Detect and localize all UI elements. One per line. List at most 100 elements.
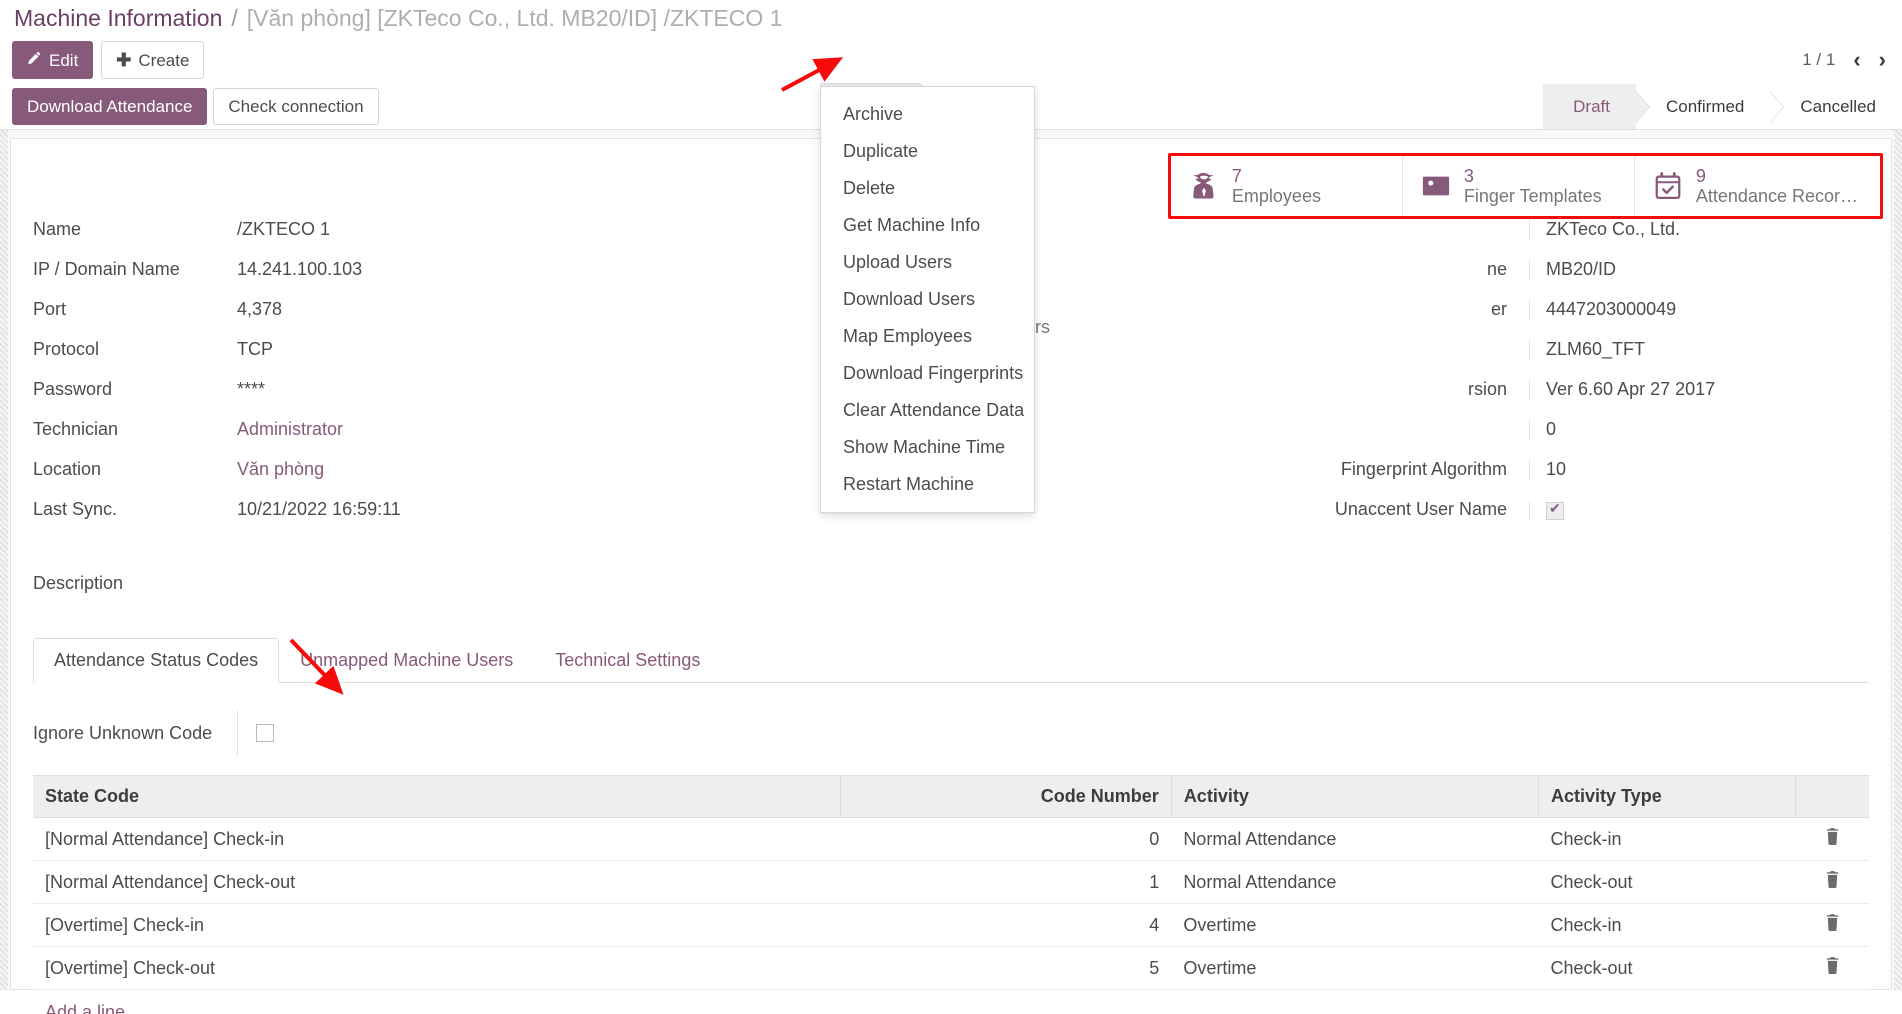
cell-code-number[interactable]: 0 <box>841 818 1171 861</box>
menu-item-restart-machine[interactable]: Restart Machine <box>821 466 1034 503</box>
cell-activity[interactable]: Normal Attendance <box>1171 818 1538 861</box>
pager-previous-icon[interactable]: ‹ <box>1853 49 1860 71</box>
field-name-value[interactable]: /ZKTECO 1 <box>237 219 330 240</box>
field-location-value[interactable]: Văn phòng <box>237 459 324 480</box>
menu-item-get-machine-info[interactable]: Get Machine Info <box>821 207 1034 244</box>
form-column-left: Name /ZKTECO 1 IP / Domain Name 14.241.1… <box>33 219 951 539</box>
field-machine-name: ne MB20/ID <box>951 259 1869 299</box>
trash-icon[interactable] <box>1796 947 1869 990</box>
create-button-label: Create <box>138 52 189 69</box>
scroll-edge-left <box>0 130 8 990</box>
cell-activity-type[interactable]: Check-out <box>1539 861 1796 904</box>
field-location-label: Location <box>33 459 237 480</box>
stat-button-attendance-records-text: 9 Attendance Recor… <box>1696 166 1858 206</box>
calendar-check-icon <box>1653 171 1683 201</box>
cell-code-number[interactable]: 4 <box>841 904 1171 947</box>
column-actions <box>1796 776 1869 818</box>
stat-button-attendance-records[interactable]: 9 Attendance Recor… <box>1635 156 1880 216</box>
menu-item-map-employees[interactable]: Map Employees <box>821 318 1034 355</box>
field-fingerprint-algorithm-label: Fingerprint Algorithm <box>951 459 1529 480</box>
add-a-line-button[interactable]: Add a line <box>33 990 1869 1014</box>
ignore-unknown-code-cell <box>237 710 274 756</box>
cell-state-code[interactable]: [Normal Attendance] Check-out <box>33 861 841 904</box>
pager-count: 1 / 1 <box>1802 50 1835 70</box>
cell-activity[interactable]: Overtime <box>1171 947 1538 990</box>
field-ip-domain-value[interactable]: 14.241.100.103 <box>237 259 362 280</box>
cell-state-code[interactable]: [Overtime] Check-out <box>33 947 841 990</box>
breadcrumb-current[interactable]: Machine Information <box>14 5 222 32</box>
cell-activity[interactable]: Overtime <box>1171 904 1538 947</box>
stat-button-employees[interactable]: 7 Employees <box>1171 156 1403 216</box>
menu-item-delete[interactable]: Delete <box>821 170 1034 207</box>
user-secret-icon <box>1189 171 1219 201</box>
menu-item-show-machine-time[interactable]: Show Machine Time <box>821 429 1034 466</box>
column-code-number[interactable]: Code Number <box>841 776 1171 818</box>
trash-icon[interactable] <box>1796 818 1869 861</box>
field-machine-name-value[interactable]: MB20/ID <box>1529 259 1869 280</box>
field-firmware-version: rsion Ver 6.60 Apr 27 2017 <box>951 379 1869 419</box>
attendance-status-codes-table: State Code Code Number Activity Activity… <box>33 775 1869 990</box>
status-confirmed[interactable]: Confirmed <box>1636 84 1770 129</box>
cell-activity-type[interactable]: Check-out <box>1539 947 1796 990</box>
trash-icon[interactable] <box>1796 904 1869 947</box>
field-face-version-value[interactable]: 0 <box>1529 419 1869 440</box>
table-header: State Code Code Number Activity Activity… <box>33 776 1869 818</box>
field-technician-value[interactable]: Administrator <box>237 419 343 440</box>
stat-button-finger-templates[interactable]: 3 Finger Templates <box>1403 156 1635 216</box>
menu-item-download-users[interactable]: Download Users <box>821 281 1034 318</box>
field-serial-number: er 4447203000049 <box>951 299 1869 339</box>
unaccent-user-name-checkbox[interactable] <box>1546 502 1564 520</box>
field-ip-domain-label: IP / Domain Name <box>33 259 237 280</box>
table-row[interactable]: [Normal Attendance] Check-out 1 Normal A… <box>33 861 1869 904</box>
table-header-row: State Code Code Number Activity Activity… <box>33 776 1869 818</box>
trash-icon[interactable] <box>1796 861 1869 904</box>
menu-item-clear-attendance-data[interactable]: Clear Attendance Data <box>821 392 1034 429</box>
field-fingerprint-algorithm-value[interactable]: 10 <box>1529 459 1869 480</box>
cell-code-number[interactable]: 5 <box>841 947 1171 990</box>
stat-button-employees-text: 7 Employees <box>1232 166 1321 206</box>
menu-item-download-fingerprints[interactable]: Download Fingerprints <box>821 355 1034 392</box>
field-protocol-value[interactable]: TCP <box>237 339 273 360</box>
stat-button-box: 7 Employees 3 Finger Templates <box>1168 153 1883 219</box>
field-last-sync-value[interactable]: 10/21/2022 16:59:11 <box>237 499 401 520</box>
field-password-value[interactable]: **** <box>237 379 265 400</box>
download-attendance-button[interactable]: Download Attendance <box>12 88 207 125</box>
cell-activity[interactable]: Normal Attendance <box>1171 861 1538 904</box>
status-confirmed-label: Confirmed <box>1666 97 1744 117</box>
notebook: Attendance Status Codes Unmapped Machine… <box>33 638 1869 1014</box>
status-draft[interactable]: Draft <box>1543 84 1636 129</box>
field-last-sync: Last Sync. 10/21/2022 16:59:11 <box>33 499 951 539</box>
field-machine-brand-value[interactable]: ZKTeco Co., Ltd. <box>1529 219 1869 240</box>
table-row[interactable]: [Overtime] Check-in 4 Overtime Check-in <box>33 904 1869 947</box>
column-state-code[interactable]: State Code <box>33 776 841 818</box>
field-platform-value[interactable]: ZLM60_TFT <box>1529 339 1869 360</box>
status-cancelled[interactable]: Cancelled <box>1770 84 1902 129</box>
cell-activity-type[interactable]: Check-in <box>1539 818 1796 861</box>
field-firmware-version-label: rsion <box>951 379 1529 400</box>
check-connection-button[interactable]: Check connection <box>213 88 378 125</box>
edit-button[interactable]: Edit <box>12 41 93 79</box>
menu-item-archive[interactable]: Archive <box>821 96 1034 133</box>
cell-code-number[interactable]: 1 <box>841 861 1171 904</box>
column-activity-type[interactable]: Activity Type <box>1539 776 1796 818</box>
field-port-value[interactable]: 4,378 <box>237 299 282 320</box>
column-activity[interactable]: Activity <box>1171 776 1538 818</box>
field-technician-label: Technician <box>33 419 237 440</box>
tab-technical-settings[interactable]: Technical Settings <box>534 638 721 683</box>
table-row[interactable]: [Normal Attendance] Check-in 0 Normal At… <box>33 818 1869 861</box>
field-ip-domain: IP / Domain Name 14.241.100.103 <box>33 259 951 299</box>
pager-next-icon[interactable]: › <box>1879 49 1886 71</box>
menu-item-upload-users[interactable]: Upload Users <box>821 244 1034 281</box>
create-button[interactable]: ✚ Create <box>101 41 204 79</box>
tab-attendance-status-codes[interactable]: Attendance Status Codes <box>33 638 279 683</box>
field-serial-number-value[interactable]: 4447203000049 <box>1529 299 1869 320</box>
tab-attendance-status-codes-label: Attendance Status Codes <box>54 650 258 670</box>
cell-state-code[interactable]: [Overtime] Check-in <box>33 904 841 947</box>
table-row[interactable]: [Overtime] Check-out 5 Overtime Check-ou… <box>33 947 1869 990</box>
tab-unmapped-machine-users[interactable]: Unmapped Machine Users <box>279 638 534 683</box>
cell-activity-type[interactable]: Check-in <box>1539 904 1796 947</box>
ignore-unknown-code-checkbox[interactable] <box>256 724 274 742</box>
field-firmware-version-value[interactable]: Ver 6.60 Apr 27 2017 <box>1529 379 1869 400</box>
menu-item-duplicate[interactable]: Duplicate <box>821 133 1034 170</box>
cell-state-code[interactable]: [Normal Attendance] Check-in <box>33 818 841 861</box>
